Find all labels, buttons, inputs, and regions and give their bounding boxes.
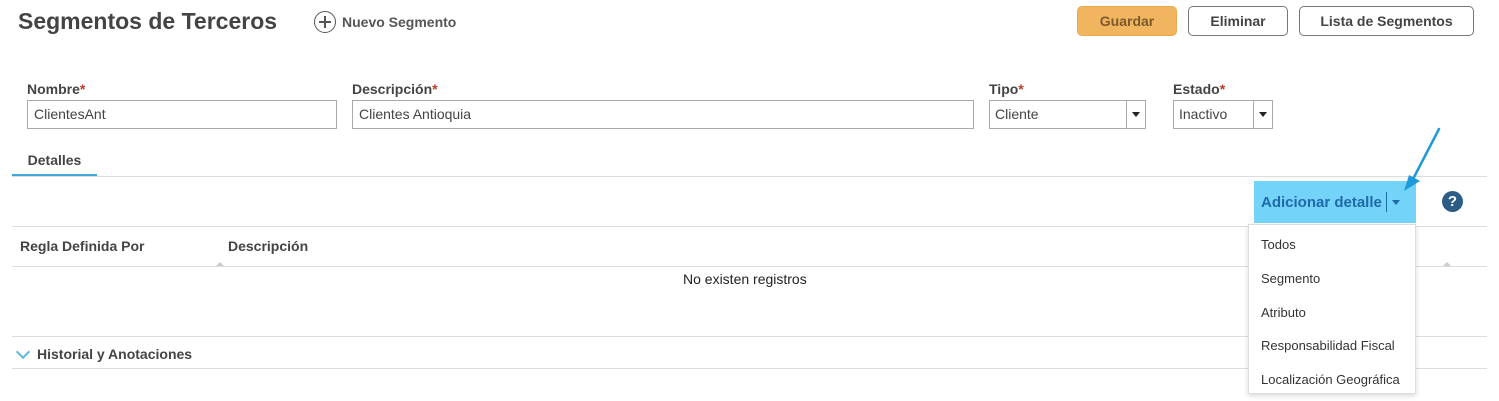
annotation-arrow-icon	[1404, 127, 1441, 191]
new-segment-label: Nuevo Segmento	[342, 14, 457, 30]
required-mark: *	[432, 81, 438, 97]
menu-item-todos[interactable]: Todos	[1261, 237, 1296, 252]
menu-item-atributo[interactable]: Atributo	[1261, 305, 1306, 320]
required-mark: *	[1219, 81, 1226, 97]
caret-down-icon[interactable]	[1253, 101, 1272, 128]
new-segment-button[interactable]: Nuevo Segmento	[314, 9, 456, 35]
button-separator	[1385, 192, 1387, 212]
column-header-rule[interactable]: Regla Definida Por	[20, 238, 144, 254]
delete-button[interactable]: Eliminar	[1188, 6, 1288, 36]
descripcion-input[interactable]: Clientes Antioquia	[352, 100, 974, 129]
caret-down-icon[interactable]	[1126, 101, 1145, 128]
required-mark: *	[1018, 81, 1024, 97]
column-header-description[interactable]: Descripción	[228, 238, 308, 254]
tipo-select[interactable]: Cliente	[989, 100, 1146, 129]
caret-down-icon[interactable]	[1391, 199, 1400, 205]
save-button[interactable]: Guardar	[1077, 6, 1177, 36]
required-mark: *	[79, 81, 86, 97]
estado-select[interactable]: Inactivo	[1173, 100, 1273, 129]
empty-state-text: No existen registros	[683, 271, 807, 287]
estado-label: Estado*	[1173, 81, 1226, 97]
tab-detalles[interactable]: Detalles	[12, 150, 97, 177]
nombre-label: Nombre*	[27, 81, 86, 97]
menu-item-localizacion-geografica[interactable]: Localización Geográfica	[1261, 372, 1400, 387]
menu-item-responsabilidad-fiscal[interactable]: Responsabilidad Fiscal	[1261, 338, 1395, 353]
page-title: Segmentos de Terceros	[18, 8, 278, 34]
tipo-label: Tipo*	[989, 81, 1024, 97]
add-detail-label: Adicionar detalle	[1261, 193, 1382, 211]
add-detail-menu: Todos Segmento Atributo Responsabilidad …	[1248, 224, 1416, 394]
chevron-down-icon	[15, 344, 31, 359]
add-detail-button[interactable]: Adicionar detalle	[1254, 181, 1416, 223]
history-section-toggle[interactable]: Historial y Anotaciones	[15, 344, 193, 362]
segment-list-button[interactable]: Lista de Segmentos	[1299, 6, 1474, 36]
history-label: Historial y Anotaciones	[37, 346, 193, 362]
nombre-input[interactable]: ClientesAnt	[27, 100, 337, 129]
tipo-value: Cliente	[995, 106, 1039, 122]
plus-circle-icon	[314, 11, 336, 33]
descripcion-label: Descripción*	[352, 81, 438, 97]
tab-divider	[12, 176, 1487, 177]
menu-item-segmento[interactable]: Segmento	[1261, 271, 1320, 286]
estado-value: Inactivo	[1179, 106, 1228, 122]
